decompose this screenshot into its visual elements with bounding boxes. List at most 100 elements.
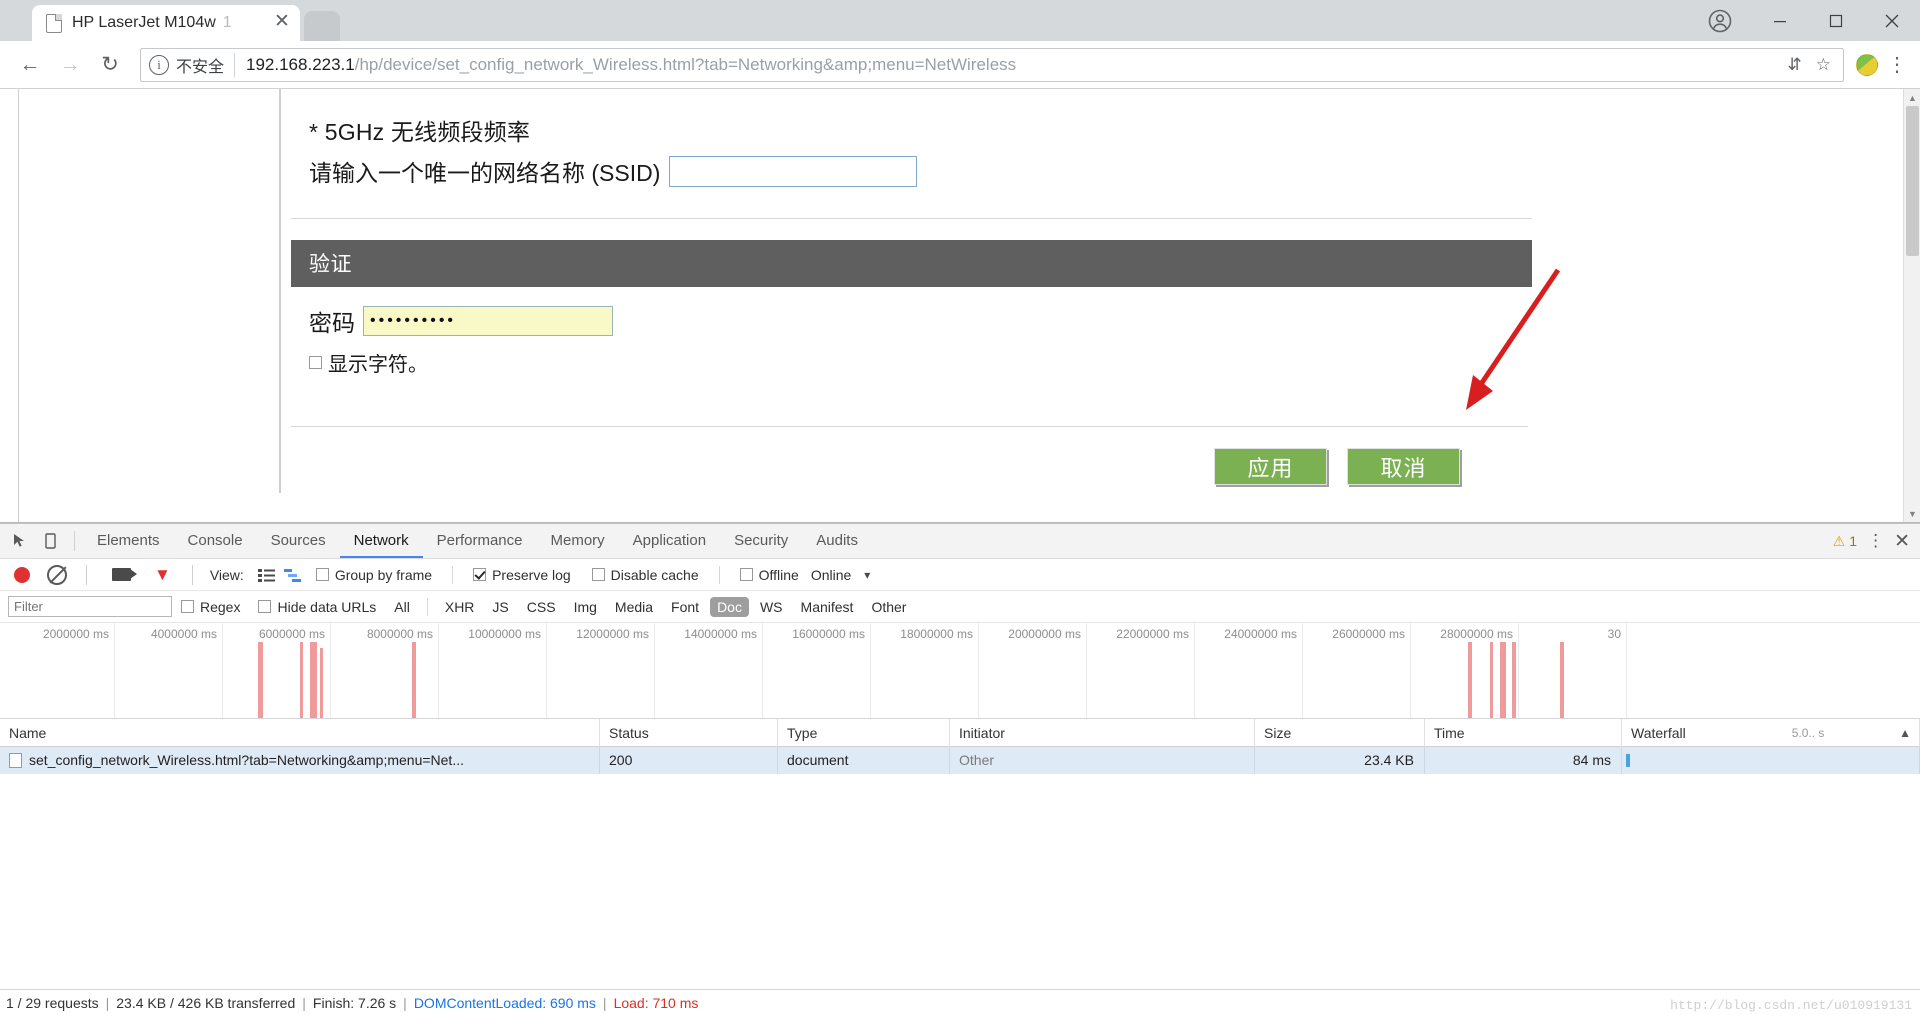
regex-checkbox[interactable] [181,600,194,613]
regex-option[interactable]: Regex [181,599,240,615]
new-tab-button[interactable] [304,11,340,41]
preserve-log-option[interactable]: Preserve log [473,567,571,583]
disable-cache-checkbox[interactable] [591,568,605,581]
waterfall-scale-label: 5.0.. s [1791,725,1825,740]
scroll-up-icon[interactable]: ▲ [1904,89,1920,106]
devtools-tabbar: Elements Console Sources Network Perform… [0,524,1920,559]
show-characters-checkbox[interactable] [309,356,322,369]
apply-button[interactable]: 应用 [1214,448,1327,485]
devtools-close-icon[interactable]: ✕ [1894,530,1910,553]
bookmark-star-icon[interactable]: ☆ [1812,55,1835,75]
tab-strip: HP LaserJet M104w 1 ✕ [0,0,1920,41]
column-header-initiator[interactable]: Initiator [950,718,1255,747]
document-icon [9,753,22,768]
address-bar[interactable]: i 不安全 192.168.223.1/hp/device/set_config… [140,47,1844,82]
close-window-button[interactable] [1864,0,1920,41]
column-header-status[interactable]: Status [600,718,778,747]
profile-avatar-icon[interactable] [1698,0,1742,41]
maximize-button[interactable] [1808,0,1864,41]
tab-sources[interactable]: Sources [257,524,340,558]
password-input[interactable] [363,306,613,336]
overview-tick-label: 28000000 ms [1440,627,1513,641]
browser-tab[interactable]: HP LaserJet M104w 1 ✕ [32,5,300,41]
waterfall-label: Waterfall [1631,724,1686,741]
column-header-size[interactable]: Size [1255,718,1425,747]
type-filter-ws[interactable]: WS [753,597,790,617]
toolbar-separator [74,531,75,551]
browser-menu-icon[interactable]: ⋮ [1884,52,1910,77]
info-icon[interactable]: i [149,54,169,75]
type-filter-xhr[interactable]: XHR [438,597,482,617]
throttle-chevron-down-icon[interactable]: ▾ [864,568,870,582]
sort-ascending-icon[interactable]: ▲ [1899,719,1919,747]
filter-input[interactable] [8,596,172,617]
tab-security[interactable]: Security [720,524,802,558]
offline-option[interactable]: Offline [739,567,799,583]
network-requests-area: Name Status Type Initiator Size Time Wat… [0,718,1920,1015]
hide-data-urls-checkbox[interactable] [258,600,272,613]
column-header-time[interactable]: Time [1425,718,1622,747]
type-filter-other[interactable]: Other [864,597,913,617]
button-divider [291,426,1528,427]
show-characters-row[interactable]: 显示字符。 [309,348,1532,377]
type-filter-css[interactable]: CSS [520,597,563,617]
scroll-down-icon[interactable]: ▼ [1904,505,1920,522]
cancel-button[interactable]: 取消 [1347,448,1460,485]
extension-icon[interactable] [1856,53,1878,76]
minimize-button[interactable] [1752,0,1808,41]
preserve-log-checkbox[interactable] [473,568,487,581]
hide-data-urls-option[interactable]: Hide data URLs [258,599,376,615]
type-filter-all[interactable]: All [387,597,417,617]
tab-application[interactable]: Application [619,524,720,558]
type-filter-doc[interactable]: Doc [710,596,749,617]
tab-console[interactable]: Console [174,524,257,558]
close-tab-icon[interactable]: ✕ [270,11,294,35]
forward-button[interactable]: → [50,45,90,85]
record-button-icon[interactable] [14,566,30,583]
capture-screenshots-icon[interactable] [112,568,137,581]
page-scrollbar[interactable]: ▲ ▼ [1903,89,1920,522]
offline-checkbox[interactable] [739,568,753,581]
list-view-icon[interactable] [257,568,275,582]
regex-label: Regex [200,598,241,615]
tab-performance[interactable]: Performance [423,524,537,558]
column-header-waterfall[interactable]: Waterfall 5.0.. s ▲ [1622,718,1920,747]
online-throttle-label[interactable]: Online [811,567,851,583]
reload-button[interactable]: ↻ [90,45,130,85]
overview-request-bar [1512,642,1516,718]
group-by-frame-option[interactable]: Group by frame [315,567,432,583]
type-filter-font[interactable]: Font [664,597,706,617]
overview-request-bar [258,642,263,718]
column-header-name[interactable]: Name [0,718,600,747]
security-status-label: 不安全 [176,52,236,77]
toolbar-separator-4 [452,565,454,584]
tab-elements[interactable]: Elements [83,524,174,558]
inspect-element-icon[interactable] [6,527,36,555]
overview-request-bar [1468,642,1472,718]
scrollbar-thumb[interactable] [1906,106,1919,256]
disable-cache-option[interactable]: Disable cache [591,567,699,583]
column-header-type[interactable]: Type [778,718,950,747]
table-row[interactable]: set_config_network_Wireless.html?tab=Net… [0,747,1920,774]
status-separator: | [602,994,607,1011]
type-filter-manifest[interactable]: Manifest [794,597,861,617]
warning-badge[interactable]: ⚠ 1 [1833,533,1857,550]
network-overview-timeline[interactable]: 2000000 ms 4000000 ms 6000000 ms 8000000… [0,623,1920,719]
type-filter-media[interactable]: Media [608,597,660,617]
tab-memory[interactable]: Memory [537,524,619,558]
filter-funnel-icon[interactable]: ▼ [154,565,171,585]
type-filter-js[interactable]: JS [485,597,515,617]
device-toolbar-icon[interactable] [36,527,66,555]
translate-icon[interactable]: ⇵ [1784,55,1806,75]
type-filter-img[interactable]: Img [567,597,604,617]
tab-title: HP LaserJet M104w [72,14,216,31]
tab-network[interactable]: Network [339,524,423,558]
tab-audits[interactable]: Audits [802,524,872,558]
clear-button-icon[interactable] [47,564,67,585]
waterfall-view-icon[interactable] [283,568,301,582]
form-actions: 应用 取消 [287,448,1460,485]
group-by-frame-checkbox[interactable] [315,568,329,581]
ssid-input[interactable] [669,155,918,187]
back-button[interactable]: ← [10,45,50,85]
devtools-menu-icon[interactable]: ⋮ [1867,531,1884,551]
